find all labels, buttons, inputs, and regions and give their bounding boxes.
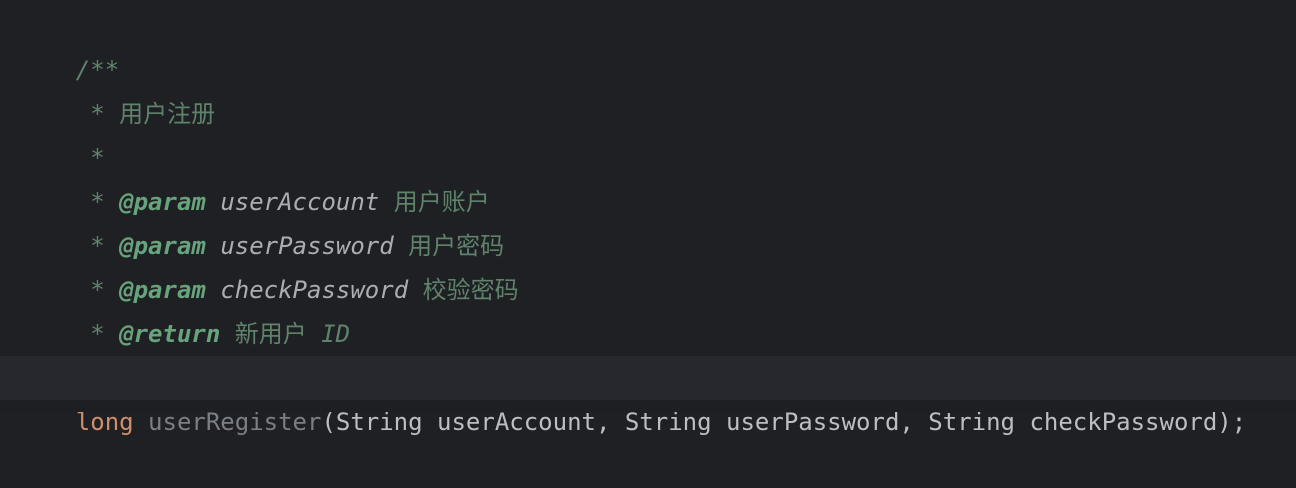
method-parameters: (String userAccount, String userPassword…: [321, 408, 1247, 436]
code-line-7: * @return 新用户 ID: [18, 268, 350, 348]
editor-bottom-strip: [0, 400, 1296, 412]
code-line-2: * 用户注册: [18, 48, 215, 128]
code-line-5: * @param userPassword 用户密码: [18, 180, 504, 260]
code-line-1: /**: [18, 4, 119, 84]
code-line-4: * @param userAccount 用户账户: [18, 136, 489, 216]
return-type-keyword: long: [75, 408, 134, 436]
param-description: 校验密码: [422, 276, 519, 304]
return-description-id: ID: [321, 320, 351, 348]
code-editor[interactable]: /** * 用户注册 * * @param userAccount 用户账户 *…: [0, 0, 1296, 436]
method-name[interactable]: userRegister: [148, 408, 321, 436]
code-line-8: */: [18, 312, 119, 392]
code-line-3: *: [18, 92, 104, 172]
return-description: 新用户: [234, 320, 307, 348]
code-line-9[interactable]: long userRegister(String userAccount, St…: [18, 356, 1246, 436]
code-line-6: * @param checkPassword 校验密码: [18, 224, 518, 304]
doc-comment-title: 用户注册: [119, 100, 216, 128]
return-tag: @return: [119, 320, 221, 348]
